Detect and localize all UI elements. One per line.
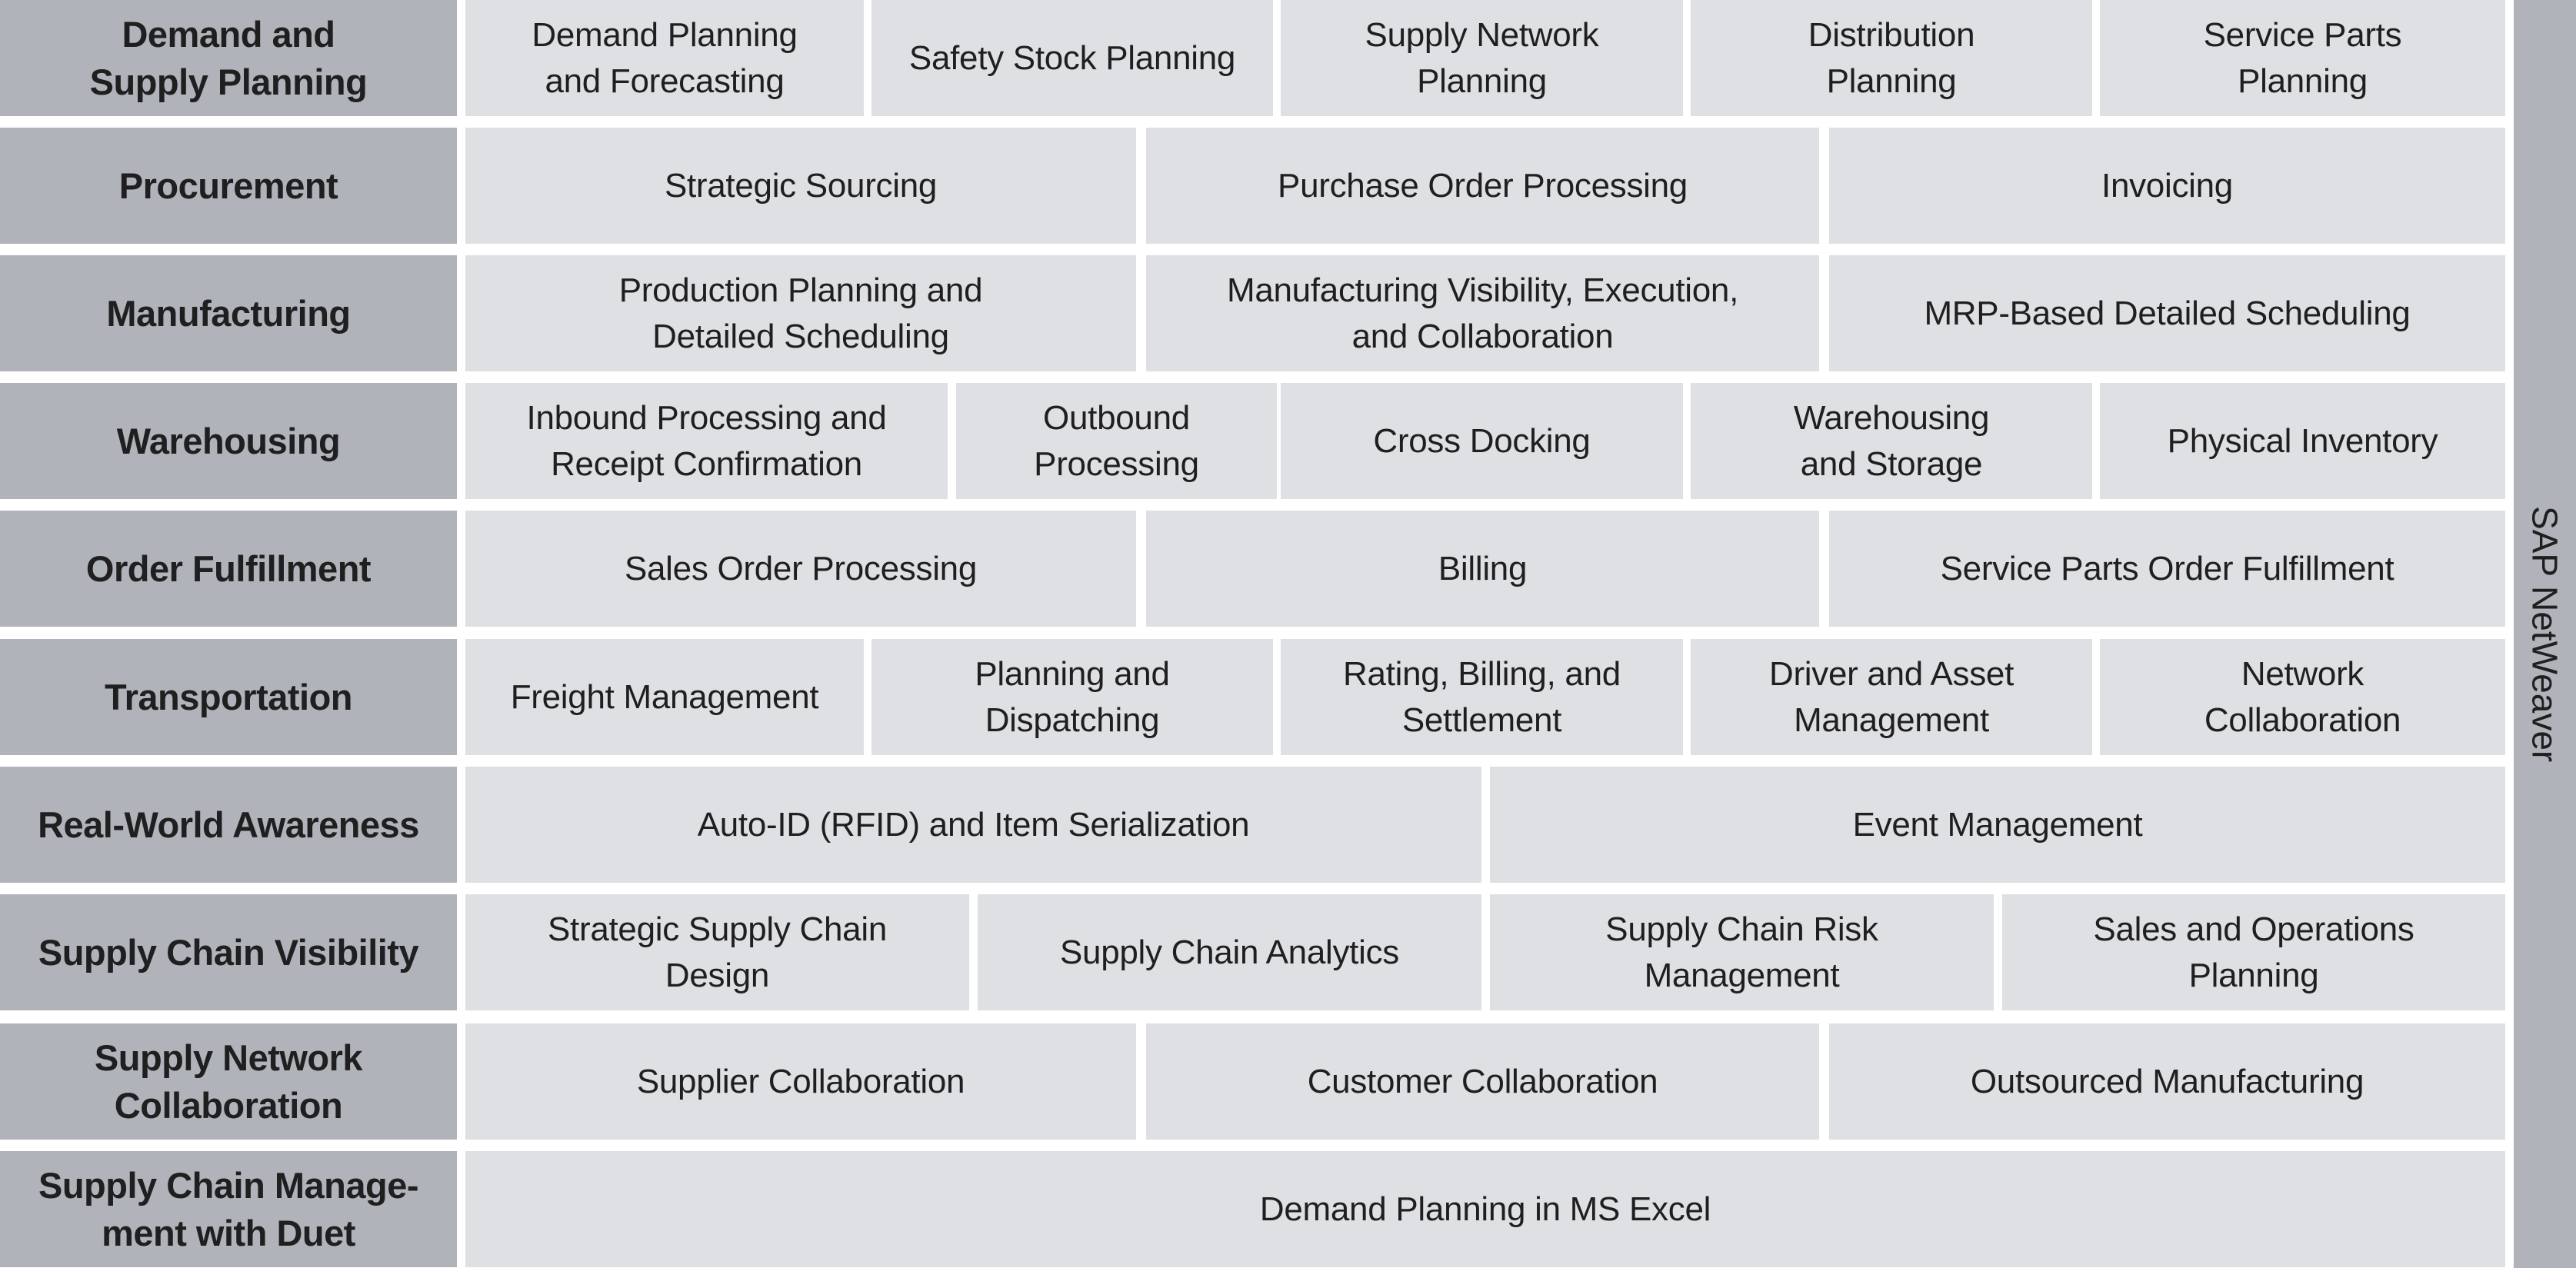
capability-label: Supply Chain Risk Management <box>1605 910 1878 994</box>
capability-cell: Invoicing <box>1829 128 2505 244</box>
category-header: Warehousing <box>0 383 457 499</box>
capability-label: Distribution Planning <box>1808 15 1975 100</box>
category-header: Supply Chain Visibility <box>0 894 457 1010</box>
capability-cell: Production Planning and Detailed Schedul… <box>465 255 1136 371</box>
capability-cell: Planning and Dispatching <box>871 639 1273 755</box>
capability-cell: Network Collaboration <box>2100 639 2505 755</box>
capability-label: Sales Order Processing <box>624 549 978 587</box>
platform-panel: SAP NetWeaver <box>2514 0 2576 1268</box>
capability-label: Outsourced Manufacturing <box>1970 1062 2364 1100</box>
capability-cell: Outbound Processing <box>956 383 1277 499</box>
capability-cell: Supply Network Planning <box>1281 0 1683 116</box>
capability-cell: Rating, Billing, and Settlement <box>1281 639 1683 755</box>
category-header-label: Order Fulfillment <box>85 547 372 589</box>
capability-cell: Purchase Order Processing <box>1146 128 1819 244</box>
capability-label: Strategic Sourcing <box>664 166 938 205</box>
capability-label: Supplier Collaboration <box>636 1062 965 1100</box>
capability-cell: Service Parts Planning <box>2100 0 2505 116</box>
capability-label: Demand Planning in MS Excel <box>1259 1190 1711 1228</box>
category-header: Supply Network Collaboration <box>0 1023 457 1140</box>
capability-label: Purchase Order Processing <box>1278 166 1688 205</box>
capability-label: Customer Collaboration <box>1307 1062 1658 1100</box>
capability-cell: Customer Collaboration <box>1146 1023 1819 1140</box>
capability-cell: Billing <box>1146 511 1819 627</box>
capability-cell: MRP-Based Detailed Scheduling <box>1829 255 2505 371</box>
capability-label: Auto-ID (RFID) and Item Serialization <box>697 805 1250 844</box>
capability-cell: Distribution Planning <box>1691 0 2092 116</box>
capability-cell: Demand Planning in MS Excel <box>465 1151 2505 1267</box>
capability-cell: Sales and Operations Planning <box>2002 894 2505 1010</box>
capability-cell: Outsourced Manufacturing <box>1829 1023 2505 1140</box>
capability-label: Planning and Dispatching <box>975 654 1170 739</box>
capability-cell: Warehousing and Storage <box>1691 383 2092 499</box>
capability-label: Inbound Processing and Receipt Confirmat… <box>526 398 887 483</box>
capability-cell: Strategic Supply Chain Design <box>465 894 969 1010</box>
capability-label: Manufacturing Visibility, Execution, and… <box>1226 271 1738 355</box>
capability-cell: Cross Docking <box>1281 383 1683 499</box>
category-header-label: Demand and Supply Planning <box>89 13 368 102</box>
capability-label: Driver and Asset Management <box>1768 654 2014 739</box>
category-header-label: Supply Chain Visibility <box>38 931 419 973</box>
category-header: Transportation <box>0 639 457 755</box>
capability-cell: Freight Management <box>465 639 864 755</box>
capability-label: Billing <box>1438 549 1528 587</box>
capability-label: Rating, Billing, and Settlement <box>1343 654 1621 739</box>
category-header: Manufacturing <box>0 255 457 371</box>
capability-label: Demand Planning and Forecasting <box>532 15 798 100</box>
category-header: Real-World Awareness <box>0 767 457 883</box>
capability-label: Supply Network Planning <box>1365 15 1599 100</box>
capability-label: Event Management <box>1852 805 2143 844</box>
capability-cell: Physical Inventory <box>2100 383 2505 499</box>
capability-cell: Manufacturing Visibility, Execution, and… <box>1146 255 1819 371</box>
capability-label: Supply Chain Analytics <box>1060 933 1399 971</box>
capability-cell: Supplier Collaboration <box>465 1023 1136 1140</box>
capability-cell: Demand Planning and Forecasting <box>465 0 864 116</box>
capability-cell: Supply Chain Analytics <box>978 894 1481 1010</box>
capability-label: Freight Management <box>510 677 819 716</box>
category-header-label: Supply Chain Manage- ment with Duet <box>38 1164 419 1253</box>
capability-label: Network Collaboration <box>2204 654 2401 739</box>
capability-label: Service Parts Order Fulfillment <box>1940 549 2394 587</box>
capability-label: MRP-Based Detailed Scheduling <box>1924 294 2411 332</box>
capability-label: Safety Stock Planning <box>908 38 1236 77</box>
capability-label: Warehousing and Storage <box>1793 398 1990 483</box>
capability-cell: Auto-ID (RFID) and Item Serialization <box>465 767 1481 883</box>
category-header: Supply Chain Manage- ment with Duet <box>0 1151 457 1267</box>
category-header-label: Warehousing <box>116 420 341 461</box>
category-header: Procurement <box>0 128 457 244</box>
category-header: Order Fulfillment <box>0 511 457 627</box>
capability-cell: Event Management <box>1490 767 2505 883</box>
capability-label: Cross Docking <box>1373 421 1591 460</box>
capability-label: Sales and Operations Planning <box>2093 910 2414 994</box>
category-header-label: Real-World Awareness <box>38 804 419 845</box>
category-header-label: Transportation <box>104 676 353 717</box>
category-header: Demand and Supply Planning <box>0 0 457 116</box>
capability-cell: Strategic Sourcing <box>465 128 1136 244</box>
capability-cell: Driver and Asset Management <box>1691 639 2092 755</box>
capability-cell: Supply Chain Risk Management <box>1490 894 1994 1010</box>
category-header-label: Manufacturing <box>106 292 351 334</box>
category-header-label: Procurement <box>118 165 338 206</box>
capability-label: Invoicing <box>2101 166 2233 205</box>
capability-label: Strategic Supply Chain Design <box>548 910 887 994</box>
capability-label: Outbound Processing <box>1034 398 1199 483</box>
category-header-label: Supply Network Collaboration <box>94 1037 363 1126</box>
capability-cell: Safety Stock Planning <box>871 0 1273 116</box>
capability-cell: Inbound Processing and Receipt Confirmat… <box>465 383 948 499</box>
capability-label: Physical Inventory <box>2167 421 2438 460</box>
platform-label: SAP NetWeaver <box>2524 505 2565 763</box>
capability-label: Production Planning and Detailed Schedul… <box>618 271 983 355</box>
capability-cell: Sales Order Processing <box>465 511 1136 627</box>
capability-label: Service Parts Planning <box>2203 15 2402 100</box>
capability-cell: Service Parts Order Fulfillment <box>1829 511 2505 627</box>
